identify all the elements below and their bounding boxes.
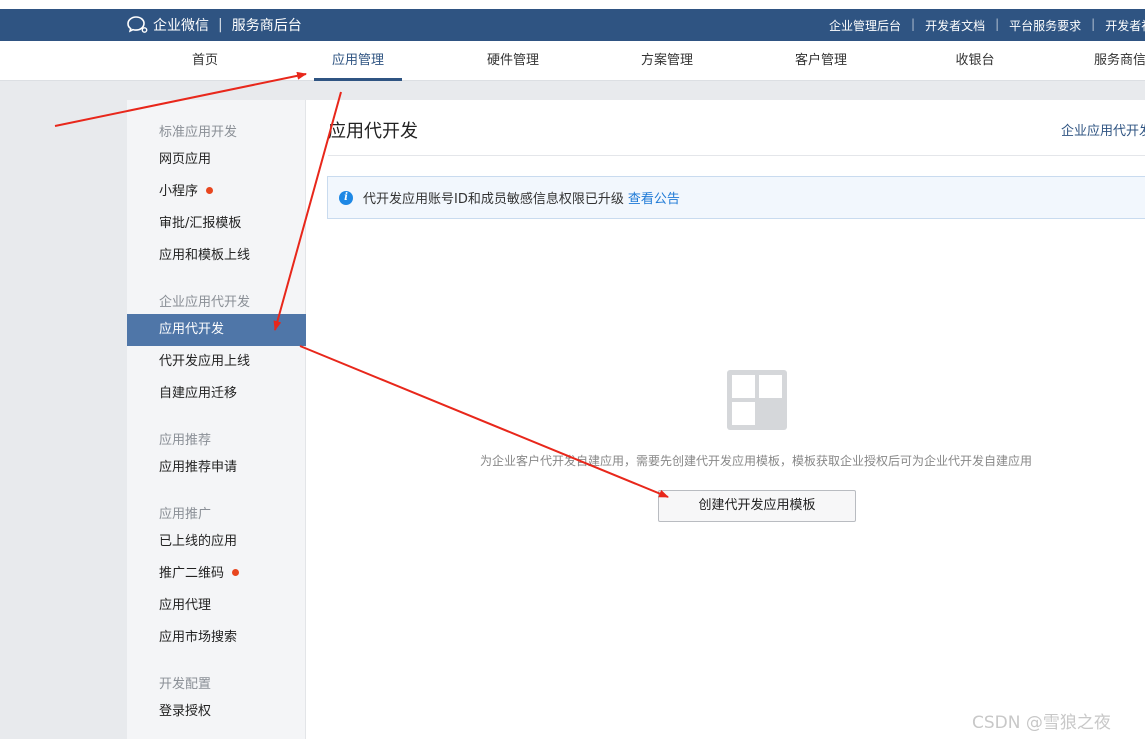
create-template-button[interactable]: 创建代开发应用模板 xyxy=(658,490,856,522)
view-announcement-link[interactable]: 查看公告 xyxy=(628,188,680,207)
sidebar-item-label: 审批/汇报模板 xyxy=(159,216,242,231)
sidebar-item-app-template-launch[interactable]: 应用和模板上线 xyxy=(127,240,306,272)
nav-app-management[interactable]: 应用管理 xyxy=(314,41,402,81)
empty-state-text: 为企业客户代开发自建应用，需要先创建代开发应用模板，模板获取企业授权后可为企业代… xyxy=(479,454,1032,468)
top-links: 企业管理后台 | 开发者文档 | 平台服务要求 | 开发者社区 xyxy=(829,17,1145,34)
nav-cashier[interactable]: 收银台 xyxy=(946,41,1004,81)
top-link-separator: | xyxy=(995,17,1000,31)
sidebar-item-recommend-apply[interactable]: 应用推荐申请 xyxy=(127,452,306,484)
nav-solution-management[interactable]: 方案管理 xyxy=(630,41,704,81)
sidebar-item-label: 登录授权 xyxy=(159,704,212,719)
brand-logo[interactable]: 企业微信 | 服务商后台 xyxy=(127,15,302,35)
sidebar-item-launched-apps[interactable]: 已上线的应用 xyxy=(127,526,306,558)
link-developer-docs[interactable]: 开发者文档 xyxy=(925,17,985,34)
wecom-logo-icon xyxy=(127,16,148,33)
empty-grid-icon xyxy=(727,370,787,430)
sidebar-item-label: 应用代理 xyxy=(159,598,212,613)
sidebar-item-label: 小程序 xyxy=(159,184,199,199)
sidebar-item-label: 已上线的应用 xyxy=(159,534,238,549)
sidebar-group-app-promotion: 应用推广 xyxy=(159,507,212,522)
nav-home[interactable]: 首页 xyxy=(182,41,228,81)
sidebar-group-dev-config: 开发配置 xyxy=(159,677,212,692)
new-badge-dot xyxy=(206,187,214,194)
main-content: 应用代开发 企业应用代开发指引 i 代开发应用账号ID和成员敏感信息权限已升级 … xyxy=(306,100,1145,739)
sidebar-item-label: 应用推荐申请 xyxy=(159,460,238,475)
top-link-separator: | xyxy=(1091,17,1096,31)
info-icon: i xyxy=(339,190,353,205)
nav-hardware-management[interactable]: 硬件管理 xyxy=(476,41,550,81)
sidebar-item-market-search[interactable]: 应用市场搜索 xyxy=(127,622,306,654)
sidebar-item-label: 代开发应用上线 xyxy=(159,354,251,369)
sidebar-item-promo-qrcode[interactable]: 推广二维码 xyxy=(127,558,306,590)
top-bar: 企业微信 | 服务商后台 企业管理后台 | 开发者文档 | 平台服务要求 | 开… xyxy=(0,9,1145,41)
brand-subtitle: 服务商后台 xyxy=(231,18,302,34)
link-enterprise-admin[interactable]: 企业管理后台 xyxy=(829,17,901,34)
sidebar-item-login-auth[interactable]: 登录授权 xyxy=(127,696,306,728)
sidebar-group-standard-dev: 标准应用开发 xyxy=(159,125,238,140)
brand-name: 企业微信 xyxy=(153,18,209,34)
new-badge-dot xyxy=(232,569,240,576)
sidebar-item-mini-program[interactable]: 小程序 xyxy=(127,176,306,208)
sidebar-item-label: 推广二维码 xyxy=(159,566,225,581)
sidebar-item-self-built-migration[interactable]: 自建应用迁移 xyxy=(127,378,306,410)
brand-separator: | xyxy=(218,17,223,33)
sidebar-item-label: 应用市场搜索 xyxy=(159,630,238,645)
sidebar-group-custom-dev: 企业应用代开发 xyxy=(159,295,251,310)
sidebar-item-approval-template[interactable]: 审批/汇报模板 xyxy=(127,208,306,240)
sidebar-group-app-recommend: 应用推荐 xyxy=(159,433,212,448)
csdn-watermark: CSDN @雪狼之夜 xyxy=(972,713,1111,733)
main-nav: 首页 应用管理 硬件管理 方案管理 客户管理 收银台 服务商信息 xyxy=(0,41,1145,81)
link-developer-community[interactable]: 开发者社区 xyxy=(1105,17,1145,34)
title-divider xyxy=(328,155,1145,156)
sidebar-item-custom-app-launch[interactable]: 代开发应用上线 xyxy=(127,346,306,378)
notice-text: 代开发应用账号ID和成员敏感信息权限已升级 xyxy=(363,192,624,207)
sidebar-item-custom-dev[interactable]: 应用代开发 xyxy=(127,314,306,346)
sidebar-item-label: 应用和模板上线 xyxy=(159,248,251,263)
left-gutter xyxy=(0,81,127,739)
notice-banner: i 代开发应用账号ID和成员敏感信息权限已升级 查看公告 xyxy=(327,176,1145,219)
nav-provider-info[interactable]: 服务商信息 xyxy=(1094,41,1145,81)
top-strip xyxy=(0,0,1145,9)
nav-customer-management[interactable]: 客户管理 xyxy=(784,41,858,81)
sidebar-item-app-agent[interactable]: 应用代理 xyxy=(127,590,306,622)
link-platform-requirements[interactable]: 平台服务要求 xyxy=(1009,17,1081,34)
top-link-separator: | xyxy=(911,17,916,31)
page-title: 应用代开发 xyxy=(328,121,418,142)
sidebar: 标准应用开发 网页应用 小程序 审批/汇报模板 应用和模板上线 企业应用代开发 … xyxy=(127,100,306,739)
sidebar-item-label: 网页应用 xyxy=(159,152,212,167)
sidebar-item-label: 应用代开发 xyxy=(159,322,225,337)
sidebar-item-label: 自建应用迁移 xyxy=(159,386,238,401)
sidebar-item-web-app[interactable]: 网页应用 xyxy=(127,144,306,176)
guide-link[interactable]: 企业应用代开发指引 xyxy=(1061,120,1145,139)
